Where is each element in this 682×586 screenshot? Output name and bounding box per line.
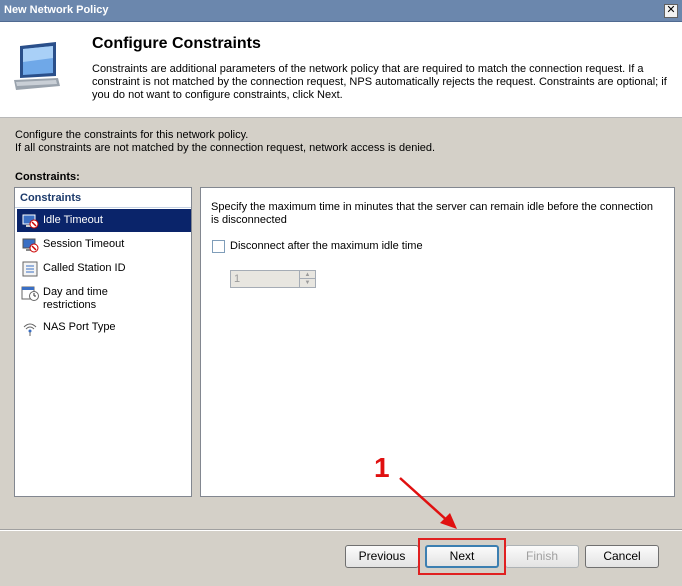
constraint-item-day-time[interactable]: Day and time restrictions [17,281,191,315]
page-description: Constraints are additional parameters of… [92,63,667,101]
constraints-list-header: Constraints [20,192,82,204]
close-button[interactable]: ✕ [664,4,678,18]
header-divider [15,207,191,208]
next-highlight-box [418,538,506,575]
constraint-label: NAS Port Type [43,321,116,333]
title-bar: New Network Policy ✕ [0,0,682,22]
wizard-header: Configure Constraints Constraints are ad… [0,22,682,118]
description-line-2: is disconnected [211,214,287,226]
constraint-item-called-station-id[interactable]: Called Station ID [17,257,191,280]
intro-line-2: If all constraints are not matched by th… [15,142,436,154]
constraint-detail-panel: Specify the maximum time in minutes that… [200,187,675,497]
cancel-button[interactable]: Cancel [585,545,659,568]
calendar-icon [21,286,39,301]
window-title: New Network Policy [4,4,109,16]
constraint-item-nas-port-type[interactable]: NAS Port Type [17,316,191,339]
disconnect-checkbox[interactable] [212,240,225,253]
constraint-label-multiline: Day and time restrictions [43,281,108,312]
idle-timeout-description: Specify the maximum time in minutes that… [211,201,653,227]
intro-text: Configure the constraints for this netwo… [15,129,435,155]
step-number-annotation: 1 [374,452,390,483]
nas-port-icon [23,323,37,336]
spinner-up-icon[interactable]: ▲ [300,271,315,279]
spinner-value: 1 [234,273,241,285]
page-title: Configure Constraints [92,35,261,52]
constraint-item-idle-timeout[interactable]: Idle Timeout [17,209,191,232]
monitor-icon [14,42,60,90]
constraints-label: Constraints: [15,171,80,183]
constraint-label: Called Station ID [43,262,126,274]
intro-line-1: Configure the constraints for this netwo… [15,129,249,141]
button-bar: Previous Next Finish Cancel [0,531,682,586]
annotation-arrow-icon [399,477,457,529]
idle-timeout-icon [22,214,39,229]
session-timeout-icon [22,238,39,253]
constraint-label-line-2: restrictions [43,299,97,311]
disconnect-checkbox-label[interactable]: Disconnect after the maximum idle time [230,240,423,252]
description-line-1: Specify the maximum time in minutes that… [211,201,654,213]
constraint-label-line-1: Day and time [43,286,108,298]
constraint-label: Idle Timeout [43,214,103,226]
constraints-list: Constraints Idle Timeout Session Timeout [14,187,192,497]
previous-button[interactable]: Previous [345,545,419,568]
spinner-down-icon[interactable]: ▼ [300,279,315,287]
finish-button: Finish [505,545,579,568]
called-station-icon [22,261,38,277]
constraint-label: Session Timeout [43,238,125,250]
wizard-body: Configure the constraints for this netwo… [0,118,682,530]
idle-minutes-spinner[interactable]: 1 ▲ ▼ [230,270,316,288]
close-icon: ✕ [666,4,676,16]
spinner-arrows[interactable]: ▲ ▼ [299,271,315,287]
constraint-item-session-timeout[interactable]: Session Timeout [17,233,191,256]
